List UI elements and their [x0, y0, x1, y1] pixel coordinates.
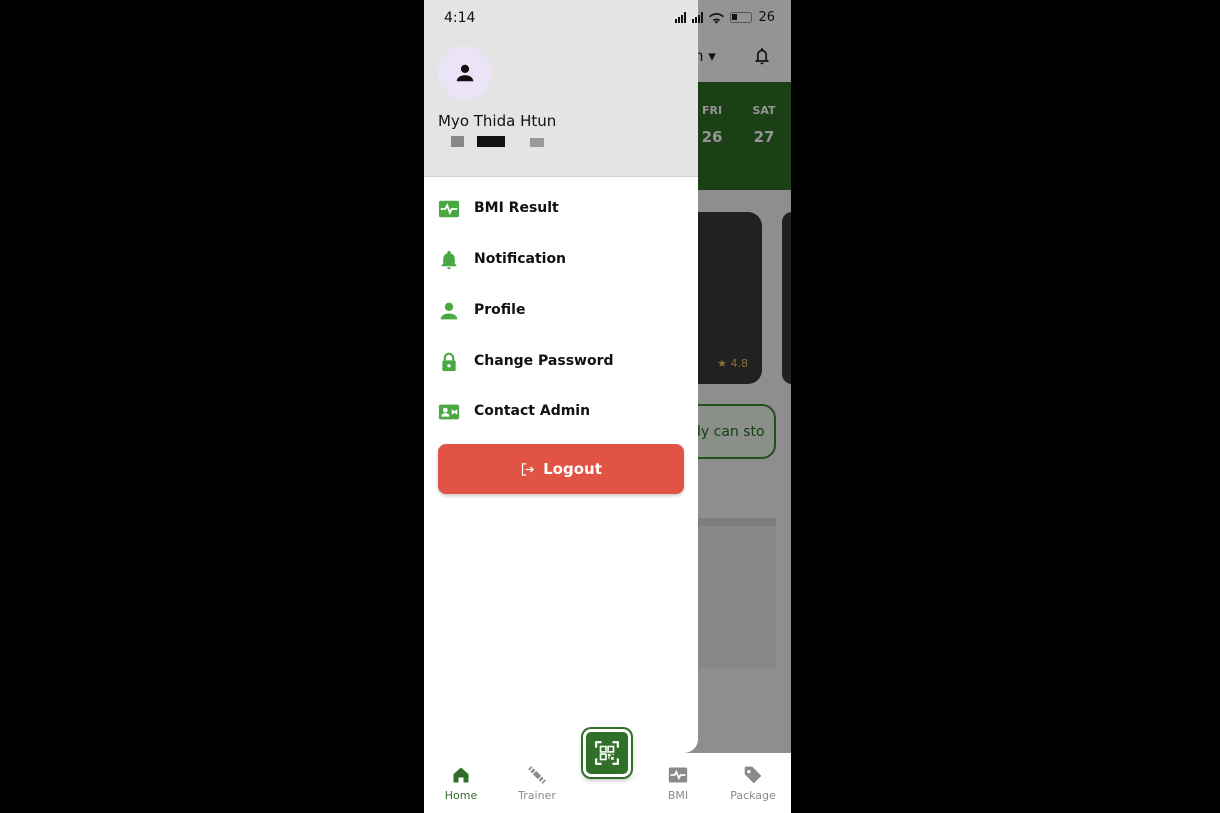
signal-icon [675, 12, 687, 23]
home-icon [453, 767, 469, 783]
nav-item-trainer[interactable]: Trainer [507, 765, 567, 802]
status-icons: 26 [675, 10, 775, 25]
user-name: Myo Thida Htun [438, 112, 557, 130]
lock-icon [442, 352, 456, 372]
menu-item-label: Contact Admin [474, 403, 591, 419]
redacted-info [477, 136, 505, 147]
nav-item-bmi[interactable]: BMI [648, 765, 708, 802]
menu-item-label: Change Password [474, 353, 614, 369]
signal-icon [692, 12, 704, 23]
battery-level: 26 [758, 10, 775, 25]
qr-scan-icon [595, 741, 619, 765]
monitor-heart-icon [438, 200, 460, 218]
bell-icon [441, 250, 457, 270]
contact-card-icon [438, 404, 460, 420]
menu-item-contact-admin[interactable]: Contact Admin [424, 392, 698, 432]
qr-scan-button[interactable] [583, 729, 631, 777]
nav-item-label: BMI [667, 789, 689, 802]
menu-item-label: Notification [474, 251, 567, 267]
menu-item-label: Profile [474, 302, 526, 318]
tag-icon [744, 766, 762, 784]
wifi-icon [709, 12, 725, 24]
menu-item-notification[interactable]: Notification [424, 240, 698, 280]
avatar[interactable] [438, 46, 491, 99]
redacted-info [451, 136, 464, 147]
nav-item-home[interactable]: Home [431, 765, 491, 802]
menu-item-label: BMI Result [474, 200, 559, 216]
person-icon [456, 64, 473, 81]
monitor-heart-icon [668, 767, 688, 783]
redacted-info [530, 138, 544, 147]
menu-item-change-password[interactable]: Change Password [424, 342, 698, 382]
battery-icon [730, 12, 753, 23]
menu-item-bmi-result[interactable]: BMI Result [424, 189, 698, 229]
menu-item-profile[interactable]: Profile [424, 291, 698, 331]
nav-item-label: Trainer [518, 789, 556, 802]
status-bar: 4:14 26 [424, 0, 791, 36]
phone-screen: n ▾ FRI 26 SAT 27 ★ 4.8 dy can sto 4:14 … [424, 0, 791, 813]
person-icon [440, 302, 458, 320]
logout-button[interactable]: Logout [438, 444, 684, 494]
nav-item-label: Package [730, 789, 776, 802]
nav-item-label: Home [444, 789, 478, 802]
dumbbell-icon [528, 766, 546, 784]
navigation-drawer: Myo Thida Htun BMI Result Notification P… [424, 0, 698, 753]
logout-label: Logout [543, 460, 602, 478]
nav-item-package[interactable]: Package [723, 765, 783, 802]
status-time: 4:14 [444, 10, 476, 26]
logout-icon [521, 462, 535, 476]
